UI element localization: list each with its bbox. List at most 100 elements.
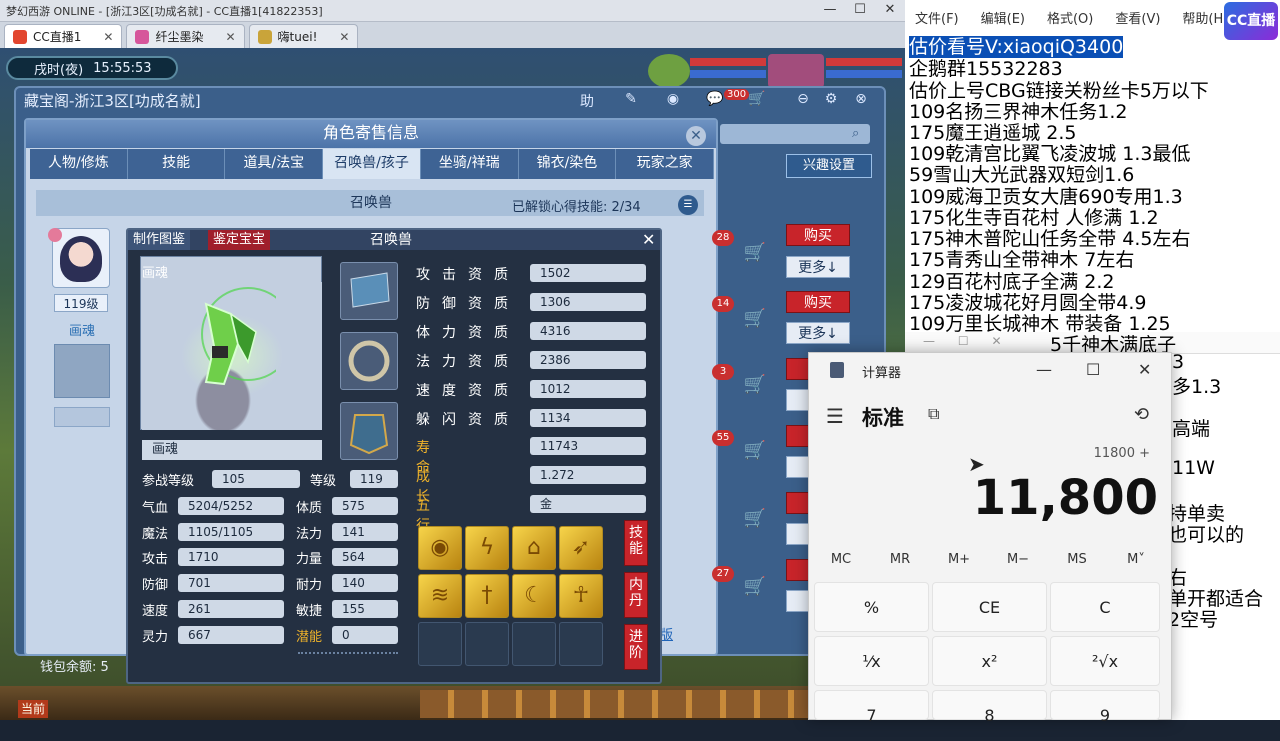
sqrt-button[interactable]: ²√x xyxy=(1050,636,1160,686)
menu-help[interactable]: 帮助(H) xyxy=(1182,8,1228,30)
skill-figure-icon[interactable]: ☥ xyxy=(559,574,603,618)
more-button[interactable]: 更多↓ xyxy=(786,256,850,278)
inner-core-button[interactable]: 内丹 xyxy=(624,572,648,618)
skill-whip-icon[interactable]: ϟ xyxy=(465,526,509,570)
digit-7-button[interactable]: 7 xyxy=(814,690,929,725)
tab-hi[interactable]: 嗨tuei! ✕ xyxy=(248,24,359,48)
skill-eye-icon[interactable]: ◉ xyxy=(418,526,462,570)
clear-entry-button[interactable]: CE xyxy=(932,582,1047,632)
hammer-icon[interactable]: ✎ xyxy=(620,91,642,111)
menu-file[interactable]: 文件(F) xyxy=(915,8,959,30)
settings-icon[interactable]: ◉ xyxy=(662,91,684,111)
tab-skills[interactable]: 技能 xyxy=(127,149,226,179)
skill-sword-icon[interactable]: † xyxy=(465,574,509,618)
close-icon[interactable]: ✕ xyxy=(686,126,706,146)
skill-claw-icon[interactable]: ☾ xyxy=(512,574,556,618)
digit-9-button[interactable]: 9 xyxy=(1050,690,1160,725)
equipment-slot-collar[interactable] xyxy=(340,402,398,460)
tab-home[interactable]: 玩家之家 xyxy=(616,149,715,179)
more-button[interactable] xyxy=(786,590,810,612)
close-button[interactable]: ✕ xyxy=(1138,360,1151,379)
tab-outfits[interactable]: 锦衣/染色 xyxy=(518,149,617,179)
tab-role[interactable]: 纤尘墨染 ✕ xyxy=(126,24,245,48)
memory-recall-button[interactable]: MR xyxy=(871,552,929,567)
cart-icon[interactable]: 🛒 xyxy=(742,440,768,462)
minimize-button[interactable]: — xyxy=(1036,360,1052,379)
skill-chest-icon[interactable]: ⌂ xyxy=(512,526,556,570)
menu-edit[interactable]: 编辑(E) xyxy=(981,8,1025,30)
memory-list-button[interactable]: M˅ xyxy=(1107,552,1165,567)
search-input[interactable] xyxy=(720,124,870,144)
close-button[interactable]: ✕ xyxy=(875,0,905,20)
maximize-button[interactable]: ☐ xyxy=(845,0,875,20)
help-button[interactable]: 助 xyxy=(576,91,598,111)
attr-label: 体质 xyxy=(296,501,323,516)
close-icon[interactable]: ✕ xyxy=(225,30,235,44)
buy-button[interactable] xyxy=(786,559,810,581)
maximize-button[interactable]: ☐ xyxy=(1086,360,1100,379)
appraise-button[interactable]: 鉴定宝宝 xyxy=(208,230,271,250)
skill-beast-icon[interactable]: ≋ xyxy=(418,574,462,618)
minimize-icon[interactable]: ⊖ xyxy=(792,91,814,111)
cart-icon[interactable]: 🛒 xyxy=(742,374,768,396)
close-icon[interactable]: ✕ xyxy=(642,230,655,250)
equipment-slot-armor[interactable] xyxy=(340,262,398,320)
pet-slot[interactable] xyxy=(54,344,110,398)
skills-button[interactable]: 技能 xyxy=(624,520,648,566)
skill-slot-empty xyxy=(418,622,462,666)
tab-character[interactable]: 人物/修炼 xyxy=(30,149,128,179)
tab-pets[interactable]: 召唤兽/孩子 xyxy=(323,149,421,179)
cart-icon[interactable]: 🛒 xyxy=(746,91,768,111)
tab-cc-live[interactable]: CC直播1 ✕ xyxy=(4,24,123,48)
channel-current[interactable]: 当前 xyxy=(18,700,48,718)
close-icon[interactable]: ⊗ xyxy=(850,91,872,111)
equipment-slot-ring[interactable] xyxy=(340,332,398,390)
memory-clear-button[interactable]: MC xyxy=(812,552,870,567)
tab-label: 纤尘墨染 xyxy=(155,30,204,44)
menu-format[interactable]: 格式(O) xyxy=(1047,8,1093,30)
pet-slot[interactable] xyxy=(54,407,110,427)
interest-settings-button[interactable]: 兴趣设置 xyxy=(786,154,872,178)
buy-button[interactable] xyxy=(786,358,810,380)
buy-button[interactable] xyxy=(786,492,810,514)
tab-items[interactable]: 道具/法宝 xyxy=(225,149,324,179)
history-icon[interactable]: ⟲ xyxy=(1134,404,1149,425)
tab-mounts[interactable]: 坐骑/祥瑞 xyxy=(420,149,519,179)
aptitude-value: 1012 xyxy=(530,380,646,398)
menu-view[interactable]: 查看(V) xyxy=(1115,8,1160,30)
chat-icon[interactable]: 💬 xyxy=(704,91,726,111)
minimize-button[interactable]: — xyxy=(815,0,845,20)
more-button[interactable] xyxy=(786,456,810,478)
potential-label: 潜能 xyxy=(296,630,323,645)
reciprocal-button[interactable]: ¹⁄x xyxy=(814,636,929,686)
list-icon[interactable]: ☰ xyxy=(678,195,698,215)
more-button[interactable] xyxy=(786,389,810,411)
gear-icon[interactable]: ⚙ xyxy=(820,91,842,111)
cart-icon[interactable]: 🛒 xyxy=(742,308,768,330)
memory-add-button[interactable]: M+ xyxy=(930,552,988,567)
memory-subtract-button[interactable]: M− xyxy=(989,552,1047,567)
codex-button[interactable]: 制作图鉴 xyxy=(128,230,191,250)
percent-button[interactable]: % xyxy=(814,582,929,632)
buy-button[interactable]: 购买 xyxy=(786,291,850,313)
avatar-name[interactable]: 画魂 xyxy=(54,320,110,339)
skill-bow-icon[interactable]: ➶ xyxy=(559,526,603,570)
backspace-icon[interactable] xyxy=(1050,582,1160,632)
square-button[interactable]: x² xyxy=(932,636,1047,686)
cart-icon[interactable]: 🛒 xyxy=(742,242,768,264)
digit-8-button[interactable]: 8 xyxy=(932,690,1047,725)
more-button[interactable]: 更多↓ xyxy=(786,322,850,344)
buy-button[interactable] xyxy=(786,425,810,447)
player-mp-bar xyxy=(826,70,902,78)
memory-store-button[interactable]: MS xyxy=(1048,552,1106,567)
close-icon[interactable]: ✕ xyxy=(103,30,113,44)
keep-on-top-icon[interactable]: ⧉ xyxy=(928,404,939,424)
buy-button[interactable]: 购买 xyxy=(786,224,850,246)
advance-button[interactable]: 进阶 xyxy=(624,624,648,670)
menu-icon[interactable]: ☰ xyxy=(826,404,844,428)
cart-icon[interactable]: 🛒 xyxy=(742,508,768,530)
search-icon[interactable]: ⌕ xyxy=(852,126,859,141)
more-button[interactable] xyxy=(786,523,810,545)
close-icon[interactable]: ✕ xyxy=(339,30,349,44)
cart-icon[interactable]: 🛒 xyxy=(742,576,768,598)
